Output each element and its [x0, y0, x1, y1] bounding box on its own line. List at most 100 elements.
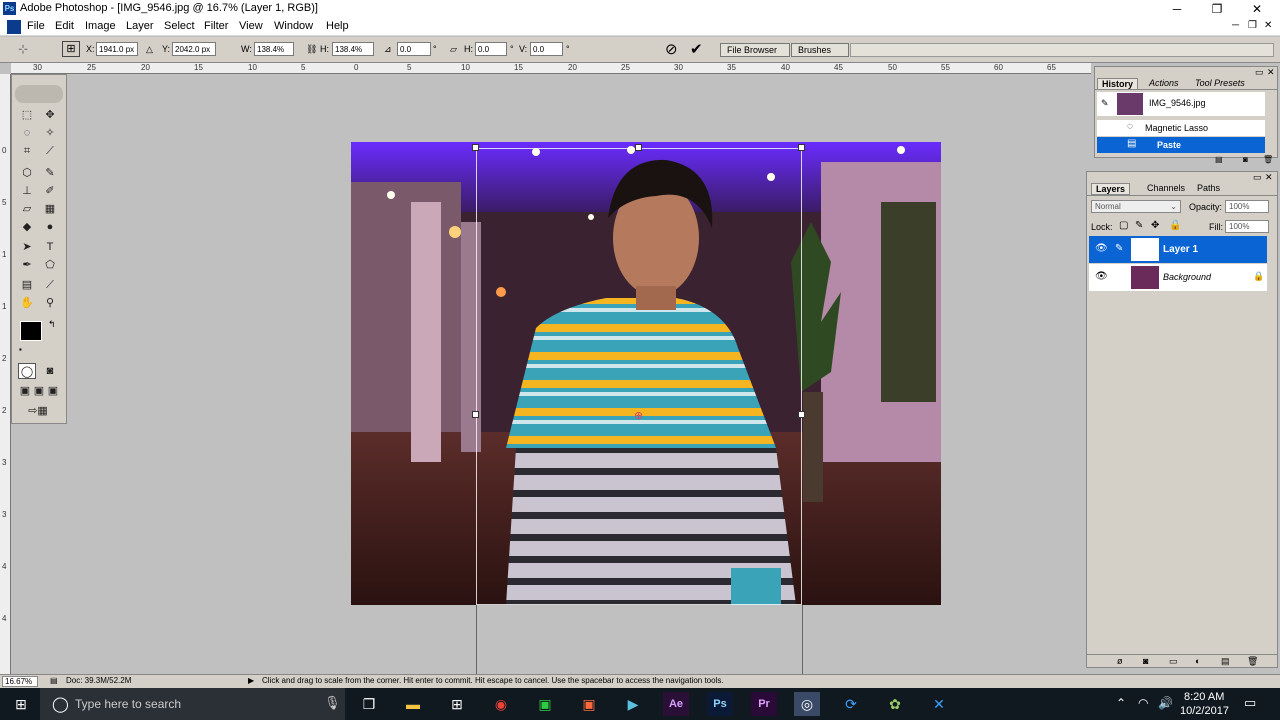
- history-snapshot[interactable]: ✎ IMG_9546.jpg: [1097, 92, 1265, 116]
- slice-tool-icon[interactable]: ⟋: [41, 143, 59, 159]
- snapshot-source-icon[interactable]: ✎: [1101, 98, 1109, 109]
- width-field[interactable]: 138.4%: [254, 42, 294, 56]
- tab-layers[interactable]: Layers: [1091, 183, 1131, 195]
- doc-minimize-icon[interactable]: ─: [1232, 20, 1239, 31]
- history-item-selected[interactable]: ▤ Paste: [1097, 137, 1265, 153]
- tool-preset-icon[interactable]: ⊹: [18, 42, 28, 56]
- path-select-icon[interactable]: ➤: [18, 239, 36, 255]
- restore-button[interactable]: ❐: [1197, 0, 1237, 18]
- menu-layer[interactable]: Layer: [126, 20, 154, 32]
- eraser-tool-icon[interactable]: ▱: [18, 201, 36, 217]
- cancel-transform-icon[interactable]: ⊘: [665, 40, 678, 58]
- camtasia-icon[interactable]: ▣: [532, 692, 558, 716]
- microphone-icon[interactable]: 🎙: [324, 695, 341, 711]
- hskew-field[interactable]: 0.0: [475, 42, 507, 56]
- brush-tool-icon[interactable]: ✎: [41, 165, 59, 181]
- adjustment-layer-icon[interactable]: ◐: [1195, 656, 1200, 666]
- blend-mode-select[interactable]: Normal ⌄: [1091, 200, 1181, 213]
- angle-field[interactable]: 0.0: [397, 42, 431, 56]
- standard-mode-icon[interactable]: ◯: [18, 363, 36, 379]
- lock-transparency-icon[interactable]: ▢: [1119, 220, 1128, 231]
- pivot-point-icon[interactable]: ⊕: [634, 409, 643, 422]
- tab-actions[interactable]: Actions: [1145, 78, 1183, 90]
- menu-image[interactable]: Image: [85, 20, 116, 32]
- status-arrow-icon[interactable]: ▶: [248, 676, 254, 685]
- handle-top-center[interactable]: [635, 144, 642, 151]
- notifications-icon[interactable]: ▭: [1244, 695, 1256, 711]
- layer-row[interactable]: 👁 Background 🔒: [1089, 264, 1267, 291]
- adobe-online-icon[interactable]: [15, 85, 63, 103]
- lock-all-icon[interactable]: 🔒: [1169, 220, 1181, 231]
- handle-middle-left[interactable]: [472, 411, 479, 418]
- delete-history-icon[interactable]: 🗑: [1263, 155, 1273, 164]
- blur-tool-icon[interactable]: ◆: [18, 219, 36, 235]
- foreground-color-swatch[interactable]: [20, 321, 42, 341]
- game-app-icon[interactable]: ✿: [882, 692, 908, 716]
- history-minimize-icon[interactable]: ▭: [1255, 67, 1264, 78]
- show-hidden-icons[interactable]: ⌃: [1116, 696, 1126, 710]
- sync-app-icon[interactable]: ⟳: [838, 692, 864, 716]
- tab-paths[interactable]: Paths: [1193, 183, 1224, 195]
- opacity-field[interactable]: 100%: [1225, 200, 1269, 213]
- store-icon[interactable]: ⊞: [444, 692, 470, 716]
- lasso-tool-icon[interactable]: ◌: [18, 125, 36, 141]
- clock-time[interactable]: 8:20 AM: [1184, 691, 1224, 703]
- x-field[interactable]: 1941.0 px: [96, 42, 138, 56]
- menu-filter[interactable]: Filter: [204, 20, 228, 32]
- type-tool-icon[interactable]: T: [41, 239, 59, 255]
- file-browser-tab[interactable]: File Browser: [720, 43, 790, 57]
- chrome-icon[interactable]: ◉: [488, 692, 514, 716]
- y-field[interactable]: 2042.0 px: [172, 42, 216, 56]
- clock-date[interactable]: 10/2/2017: [1180, 705, 1229, 717]
- media-app-icon[interactable]: ▶: [620, 692, 646, 716]
- new-layer-icon[interactable]: ▤: [1221, 656, 1230, 667]
- handle-middle-right[interactable]: [798, 411, 805, 418]
- eyedropper-icon[interactable]: ⟋: [41, 277, 59, 293]
- document-icon[interactable]: [7, 20, 21, 34]
- delete-layer-icon[interactable]: 🗑: [1247, 656, 1258, 667]
- after-effects-icon[interactable]: Ae: [663, 692, 689, 716]
- crop-tool-icon[interactable]: ⌗: [18, 143, 36, 159]
- zoom-tool-icon[interactable]: ⚲: [41, 295, 59, 311]
- magic-wand-icon[interactable]: ✧: [41, 125, 59, 141]
- menu-file[interactable]: File: [27, 20, 45, 32]
- doc-close-icon[interactable]: ✕: [1264, 20, 1272, 31]
- commit-transform-icon[interactable]: ✔: [690, 40, 703, 58]
- new-snapshot-icon[interactable]: ◙: [1243, 155, 1248, 164]
- pen-tool-icon[interactable]: ✒: [18, 257, 36, 273]
- lock-image-icon[interactable]: ✎: [1135, 220, 1143, 231]
- premiere-icon[interactable]: Pr: [751, 692, 777, 716]
- jump-to-imageready-icon[interactable]: ⇨▦: [24, 403, 52, 419]
- taskbar-search-box[interactable]: ◯ Type here to search 🎙: [40, 688, 345, 720]
- shape-tool-icon[interactable]: ⬠: [41, 257, 59, 273]
- screen-mode-full-icon[interactable]: ▣: [44, 383, 62, 399]
- height-field[interactable]: 138.4%: [332, 42, 374, 56]
- layer-style-icon[interactable]: ø: [1117, 656, 1123, 666]
- quick-mask-icon[interactable]: ◙: [41, 363, 59, 379]
- tab-history[interactable]: History: [1097, 78, 1139, 90]
- recorder-icon[interactable]: ▣: [576, 692, 602, 716]
- notes-tool-icon[interactable]: ▤: [18, 277, 36, 293]
- brush-link-icon[interactable]: ✎: [1115, 243, 1123, 254]
- hand-tool-icon[interactable]: ✋: [18, 295, 36, 311]
- clone-stamp-icon[interactable]: ⊥: [18, 183, 36, 199]
- tab-tool-presets[interactable]: Tool Presets: [1191, 78, 1249, 90]
- doc-restore-icon[interactable]: ❐: [1248, 20, 1257, 31]
- zoom-field[interactable]: 16.67%: [2, 676, 38, 687]
- layer-mask-icon[interactable]: ◙: [1143, 656, 1148, 666]
- menu-window[interactable]: Window: [274, 20, 313, 32]
- layer-row-selected[interactable]: 👁 ✎ Layer 1: [1089, 236, 1267, 263]
- layers-minimize-icon[interactable]: ▭: [1253, 172, 1262, 183]
- photoshop-taskbar-icon[interactable]: Ps: [707, 692, 733, 716]
- move-tool-icon[interactable]: ✥: [41, 107, 59, 123]
- task-view-icon[interactable]: ❐: [356, 692, 382, 716]
- swap-colors-icon[interactable]: ↰: [48, 319, 56, 330]
- layers-close-icon[interactable]: ✕: [1265, 172, 1273, 183]
- new-document-icon[interactable]: ▤: [1215, 155, 1223, 164]
- brushes-tab[interactable]: Brushes: [791, 43, 849, 57]
- visibility-eye-icon[interactable]: 👁: [1095, 271, 1108, 282]
- active-app-icon[interactable]: ◎: [794, 692, 820, 716]
- history-close-icon[interactable]: ✕: [1267, 67, 1275, 78]
- menu-select[interactable]: Select: [164, 20, 195, 32]
- editor-app-icon[interactable]: ✕: [926, 692, 952, 716]
